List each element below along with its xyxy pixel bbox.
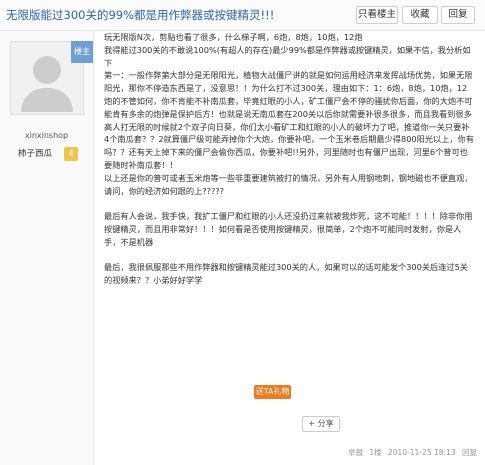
floor-number: 1楼 — [369, 448, 382, 457]
plus-icon: + — [308, 419, 316, 428]
post-paragraph: 以上还是你的普可或者玉米炮等一些非重要建筑被打的情况，另外有人用钢地刺，钢地磁也… — [104, 172, 473, 196]
post-paragraph: 最后有人会说，我手快，我扩工僵尸和红眼的小人还没扔过来就被我炸死，这不可能！！！… — [104, 211, 473, 247]
post-content: 玩无限版N次，剪贴也看了很多，什么梯子啊，6炮，8炮，10炮，12炮 我得能过3… — [104, 31, 474, 287]
post-paragraph: 第一：一般作弊第大部分是无限阳光，植物大战僵尸讲的就是如何运用经济来发挥战场优势… — [104, 70, 474, 170]
share-button[interactable]: + 分享 — [302, 416, 340, 432]
report-link[interactable]: 举报 — [348, 448, 363, 457]
post-paragraph: 我得能过300关的不敢说100%(有超人的存在)最少99%都是作弊器或按键精灵，… — [104, 44, 471, 68]
avatar-body-shape — [21, 88, 73, 112]
post-footer: 举报 1楼 2010-11-25 18:13 回复 — [344, 447, 477, 458]
op-badge: 楼主 — [71, 41, 93, 63]
author-name[interactable]: xinxinshop — [0, 131, 93, 140]
thread-title: 无限版能过300关的99%都是用作弊器或按键精灵!!! — [6, 8, 275, 22]
only-op-button[interactable]: 只看楼主 — [356, 6, 398, 24]
level-badge: 4 — [64, 147, 78, 161]
favorite-button[interactable]: 收藏 — [402, 6, 438, 24]
share-label: 分享 — [317, 419, 334, 428]
post-paragraph: 玩无限版N次，剪贴也看了很多，什么梯子啊，6炮，8炮，10炮，12炮 — [104, 32, 363, 42]
avatar[interactable]: 楼主 — [10, 41, 93, 115]
post-datetime: 2010-11-25 18:13 — [388, 448, 456, 457]
thread-header: 无限版能过300关的99%都是用作弊器或按键精灵!!! 只看楼主 收藏 回复 — [0, 0, 485, 31]
reply-button[interactable]: 回复 — [441, 6, 475, 24]
level-name: 柿子西瓜 — [18, 149, 53, 159]
reply-link[interactable]: 回复 — [462, 448, 477, 457]
avatar-head-shape — [33, 56, 61, 84]
gift-button[interactable]: 送TA礼物 — [254, 385, 291, 399]
author-panel: 楼主 xinxinshop 柿子西瓜 4 — [0, 31, 94, 465]
post-paragraph: 最后，我很佩服那些不用作弊器和按键精灵能过300关的人，如果可以的话可能发个30… — [104, 262, 468, 286]
